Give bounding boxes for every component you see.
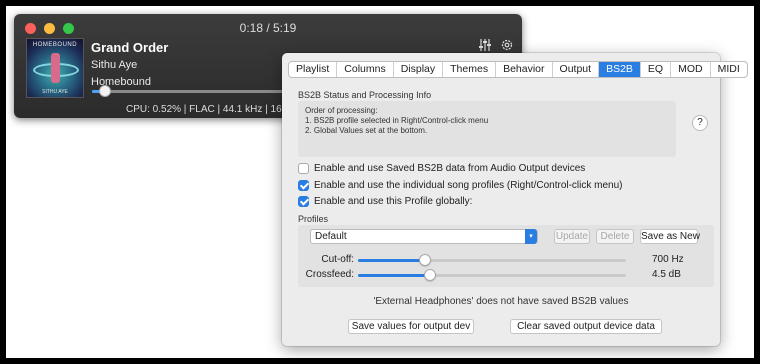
gear-icon-graphic [501, 39, 513, 51]
section-title: BS2B Status and Processing Info [298, 90, 432, 100]
info-line: 1. BS2B profile selected in Right/Contro… [305, 116, 489, 125]
profile-select-value: Default [315, 231, 347, 242]
preferences-panel: Playlist Columns Display Themes Behavior Outp… [282, 53, 748, 346]
album-art[interactable]: HOMEBOUND SITHU AYE [26, 38, 84, 98]
checkbox-label: Enable and use this Profile globally: [314, 196, 473, 207]
preferences-tabs: Playlist Columns Display Themes Behavior Outp… [288, 61, 748, 78]
album-art-artist: SITHU AYE [42, 89, 68, 95]
crossfeed-value: 4.5 dB [652, 269, 681, 280]
cutoff-slider-fill [358, 259, 425, 262]
info-line: Order of processing: [305, 106, 378, 115]
update-button[interactable]: Update [554, 229, 590, 244]
checkbox-label: Enable and use Saved BS2B data from Audi… [314, 163, 586, 174]
checkbox-row-saved-output[interactable]: Enable and use Saved BS2B data from Audi… [298, 163, 585, 174]
tab-output[interactable]: Output [553, 62, 600, 77]
seek-bar-handle[interactable] [98, 85, 111, 97]
song-artist: Sithu Aye [91, 59, 138, 71]
album-art-title: HOMEBOUND [32, 42, 78, 48]
screenshot-stage: 0:18 / 5:19 HOMEBOUND SITHU AYE Grand Or… [6, 6, 754, 358]
checkbox-label: Enable and use the individual song profi… [314, 180, 623, 191]
checkbox-row-global-profile[interactable]: Enable and use this Profile globally: [298, 196, 472, 207]
delete-button[interactable]: Delete [596, 229, 634, 244]
output-device-message: 'External Headphones' does not have save… [373, 296, 629, 307]
seek-bar[interactable] [92, 90, 302, 93]
tab-themes[interactable]: Themes [443, 62, 497, 77]
clear-output-data-button[interactable]: Clear saved output device data [510, 319, 662, 334]
tab-behavior[interactable]: Behavior [496, 62, 553, 77]
chevron-updown-icon: ▾ [525, 229, 537, 244]
tab-columns[interactable]: Columns [337, 62, 394, 77]
crossfeed-slider-fill [358, 274, 431, 277]
crossfeed-label: Crossfeed: [305, 269, 354, 280]
tab-playlist[interactable]: Playlist [289, 62, 338, 77]
cutoff-label: Cut-off: [321, 254, 354, 265]
album-art-figure [51, 53, 60, 83]
profile-select[interactable]: Default ▾ [310, 229, 538, 244]
tab-display[interactable]: Display [394, 62, 444, 77]
checkbox-row-song-profiles[interactable]: Enable and use the individual song profi… [298, 180, 623, 191]
playback-time: 0:18 / 5:19 [239, 21, 297, 35]
tab-mod[interactable]: MOD [671, 62, 711, 77]
cutoff-value: 700 Hz [652, 254, 684, 265]
save-output-values-button[interactable]: Save values for output dev [348, 319, 474, 334]
checkbox-saved-output[interactable] [298, 163, 309, 174]
profiles-label: Profiles [298, 214, 329, 224]
processing-info-box: Order of processing: 1. BS2B profile sel… [298, 101, 676, 157]
save-as-new-button[interactable]: Save as New [640, 229, 700, 244]
info-line: 2. Global Values set at the bottom. [305, 126, 428, 135]
cutoff-slider-handle[interactable] [419, 254, 431, 266]
checkbox-global-profile[interactable] [298, 196, 309, 207]
help-button[interactable]: ? [692, 115, 708, 131]
equalizer-icon-graphic [479, 39, 491, 51]
tab-eq[interactable]: EQ [641, 62, 672, 77]
tab-bs2b[interactable]: BS2B [599, 62, 641, 77]
song-title: Grand Order [91, 40, 169, 55]
tab-midi[interactable]: MIDI [711, 62, 747, 77]
checkbox-song-profiles[interactable] [298, 180, 309, 191]
